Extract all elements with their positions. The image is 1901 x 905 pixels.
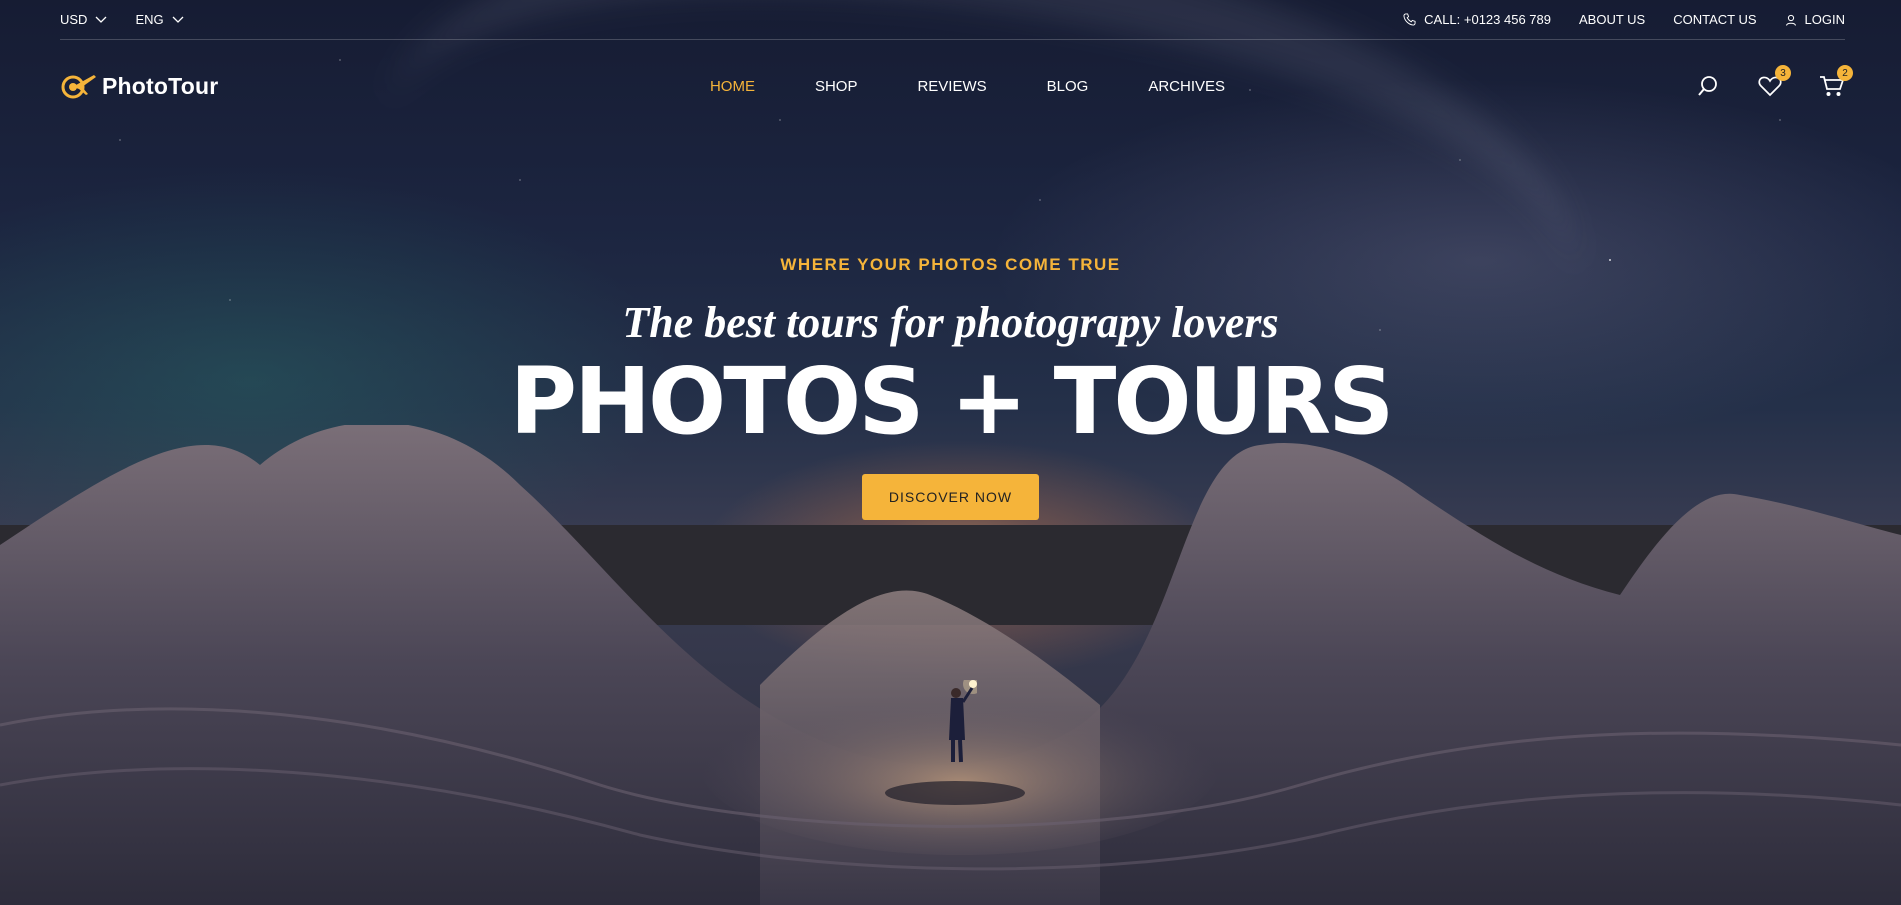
nav-item-blog[interactable]: BLOG bbox=[1047, 78, 1089, 95]
search-button[interactable] bbox=[1695, 73, 1721, 99]
discover-now-button[interactable]: DISCOVER NOW bbox=[861, 474, 1040, 520]
hero-tagline: WHERE YOUR PHOTOS COME TRUE bbox=[780, 255, 1121, 274]
login-link[interactable]: LOGIN bbox=[1785, 12, 1845, 27]
user-icon bbox=[1785, 14, 1796, 26]
wishlist-button[interactable]: 3 bbox=[1757, 65, 1791, 99]
contact-us-link[interactable]: CONTACT US bbox=[1673, 12, 1756, 27]
chevron-down-icon bbox=[172, 16, 184, 23]
currency-dropdown[interactable]: USD bbox=[60, 12, 107, 27]
top-bar-left: USD ENG bbox=[60, 12, 184, 27]
wishlist-count-badge: 3 bbox=[1775, 65, 1791, 81]
top-bar: USD ENG CALL: +0123 456 789 ABOUT US CON… bbox=[60, 0, 1845, 40]
nav-item-reviews[interactable]: REVIEWS bbox=[917, 78, 986, 95]
brand-name: PhotoTour bbox=[102, 72, 219, 99]
search-icon bbox=[1698, 76, 1717, 96]
nav-item-home[interactable]: HOME bbox=[710, 78, 755, 95]
cart-count-badge: 2 bbox=[1837, 65, 1853, 81]
top-bar-right: CALL: +0123 456 789 ABOUT US CONTACT US … bbox=[1403, 12, 1845, 27]
currency-label: USD bbox=[60, 12, 88, 27]
cart-button[interactable]: 2 bbox=[1819, 65, 1853, 99]
login-label: LOGIN bbox=[1804, 12, 1845, 27]
hero-headline: PHOTOS + TOURS bbox=[509, 348, 1395, 455]
call-link[interactable]: CALL: +0123 456 789 bbox=[1403, 12, 1551, 27]
person-with-light bbox=[949, 680, 977, 763]
plane-camera-logo-icon bbox=[61, 75, 96, 99]
main-navbar: PhotoTour HOME SHOP REVIEWS BLOG ARCHIVE… bbox=[60, 65, 1853, 106]
hero-section: WHERE YOUR PHOTOS COME TRUE The best tou… bbox=[0, 255, 1901, 520]
nav-item-archives[interactable]: ARCHIVES bbox=[1148, 78, 1225, 95]
language-dropdown[interactable]: ENG bbox=[135, 12, 184, 27]
chevron-down-icon bbox=[95, 16, 107, 23]
nav-item-shop[interactable]: SHOP bbox=[815, 78, 858, 95]
language-label: ENG bbox=[135, 12, 164, 27]
about-us-link[interactable]: ABOUT US bbox=[1579, 12, 1645, 27]
hero-subtitle: The best tours for photograpy lovers bbox=[622, 298, 1279, 347]
header-icons: 3 2 bbox=[1695, 65, 1853, 99]
phone-icon bbox=[1403, 13, 1416, 26]
call-label: CALL: +0123 456 789 bbox=[1424, 12, 1551, 27]
main-menu: HOME SHOP REVIEWS BLOG ARCHIVES bbox=[240, 78, 1695, 95]
